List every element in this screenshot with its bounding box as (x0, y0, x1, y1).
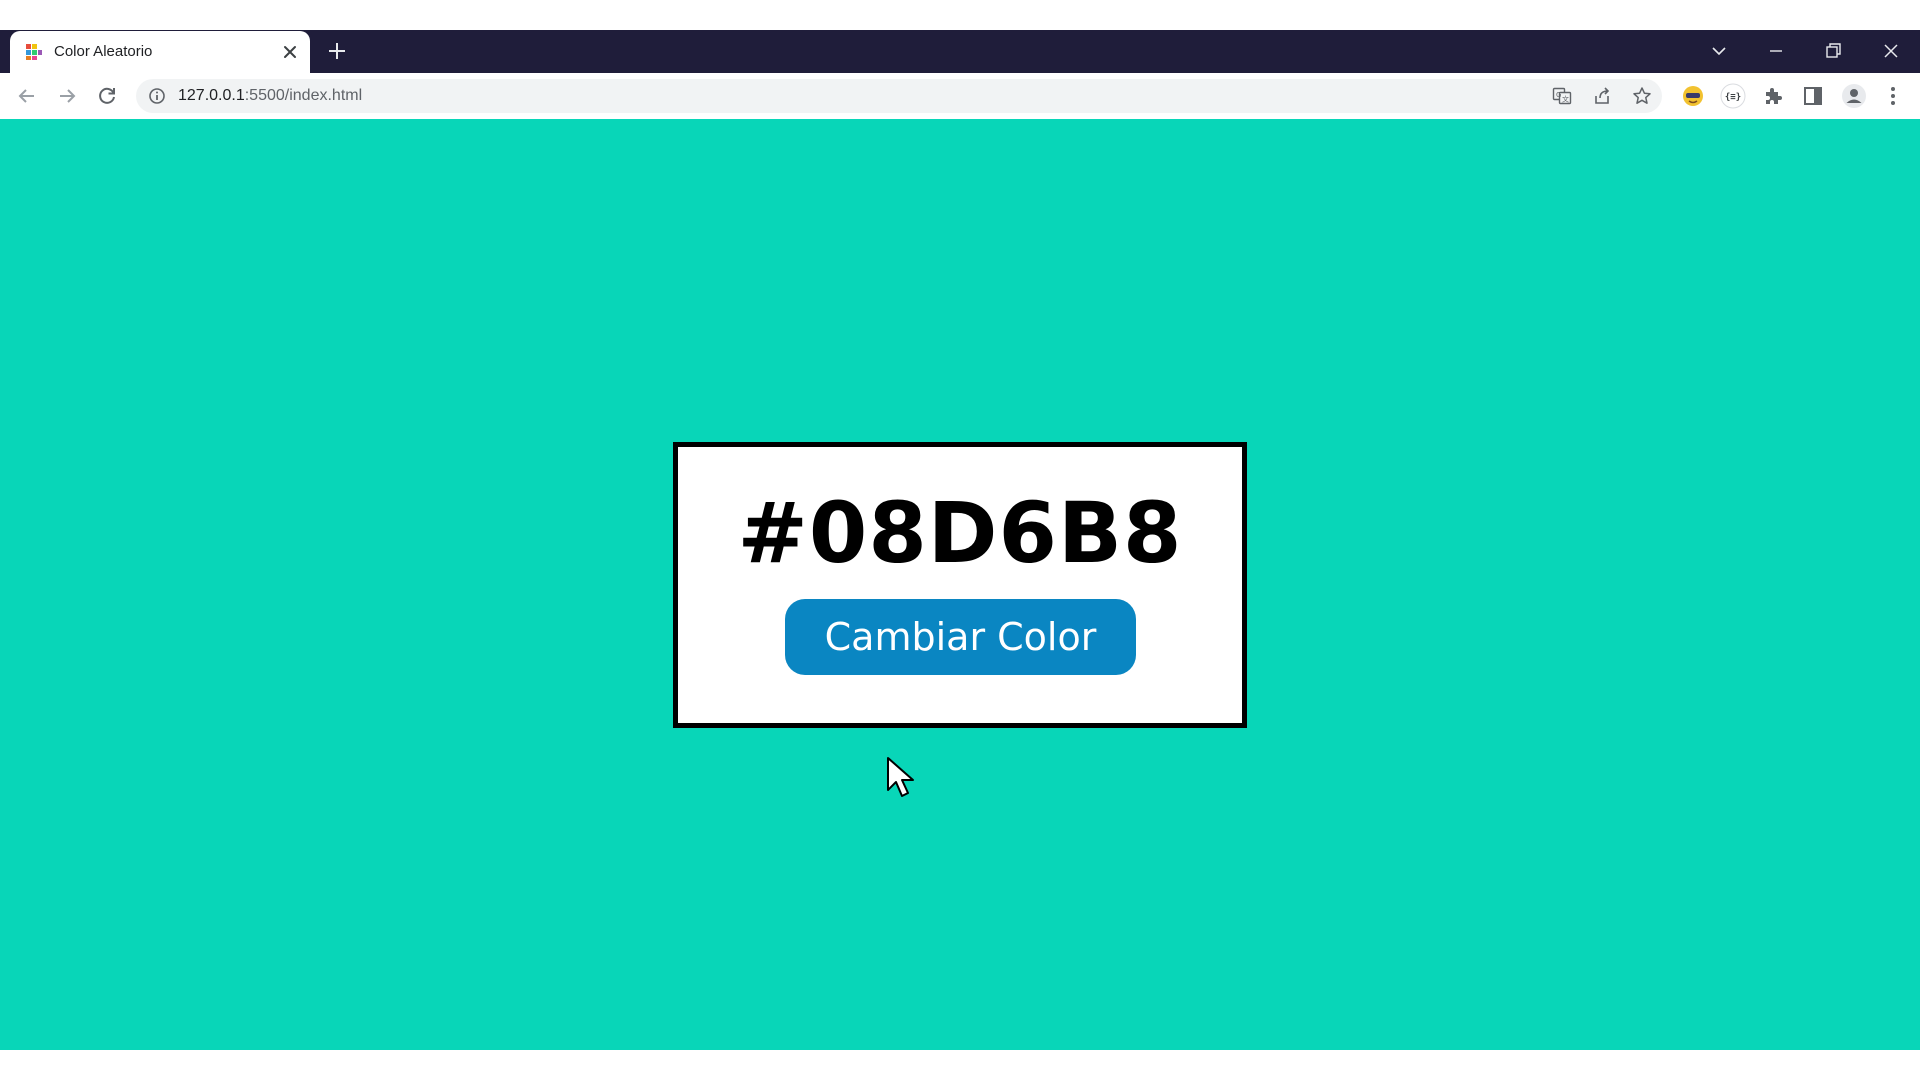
mouse-cursor-icon (886, 756, 916, 800)
json-extension-icon[interactable]: {≡} (1720, 83, 1746, 109)
url-host: 127.0.0.1 (178, 87, 245, 104)
browser-tabstrip: Color Aleatorio (0, 30, 1920, 73)
svg-text:G: G (1556, 91, 1561, 99)
hex-code-display: #08D6B8 (737, 484, 1183, 582)
url-path: :5500/index.html (244, 87, 363, 104)
kebab-menu-icon[interactable] (1881, 84, 1905, 108)
forward-arrow-icon[interactable] (55, 84, 79, 108)
puzzle-icon[interactable] (1761, 84, 1785, 108)
back-arrow-icon[interactable] (15, 84, 39, 108)
screen: Color Aleatorio 127.0.0.1:5500/index.htm… (0, 0, 1920, 1080)
color-card: #08D6B8 Cambiar Color (673, 442, 1247, 728)
svg-text:文: 文 (1562, 95, 1569, 104)
new-tab-plus-icon[interactable] (326, 40, 348, 62)
address-bar[interactable]: 127.0.0.1:5500/index.html G 文 (136, 79, 1662, 113)
change-color-button[interactable]: Cambiar Color (785, 599, 1136, 675)
color-palette-icon (24, 42, 44, 62)
extension-avatar-icon[interactable] (1681, 84, 1705, 108)
restore-icon[interactable] (1820, 38, 1846, 64)
translate-icon[interactable]: G 文 (1552, 86, 1572, 106)
page-viewport: #08D6B8 Cambiar Color (0, 119, 1920, 1050)
star-icon[interactable] (1632, 86, 1652, 106)
url-text: 127.0.0.1:5500/index.html (178, 87, 362, 105)
close-icon[interactable] (280, 42, 300, 62)
browser-tab-active[interactable]: Color Aleatorio (10, 31, 310, 73)
bottom-strip (0, 1050, 1920, 1080)
tab-title: Color Aleatorio (54, 43, 153, 60)
minimize-icon[interactable] (1763, 38, 1789, 64)
profile-icon[interactable] (1841, 83, 1867, 109)
browser-toolbar: 127.0.0.1:5500/index.html G 文 {≡} (0, 73, 1920, 120)
close-window-icon[interactable] (1878, 38, 1904, 64)
reload-icon[interactable] (95, 84, 119, 108)
svg-text:{≡}: {≡} (1725, 93, 1741, 103)
info-icon[interactable] (148, 87, 166, 105)
side-panel-icon[interactable] (1801, 84, 1825, 108)
share-icon[interactable] (1592, 86, 1612, 106)
tab-search-chevron-icon[interactable] (1706, 38, 1732, 64)
